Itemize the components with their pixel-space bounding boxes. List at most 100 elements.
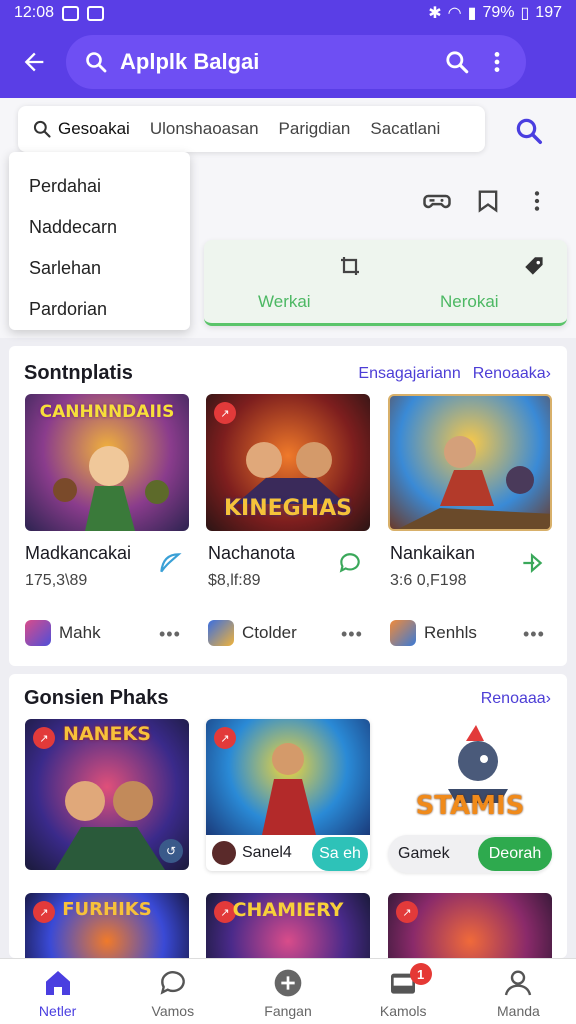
dev-name-3: Renhls (424, 623, 477, 642)
game-card-2[interactable]: ↗ Sanel4 Sa eh (206, 719, 370, 871)
notification-icon (62, 5, 80, 21)
nav-label-plus: Fangan (264, 1003, 312, 1019)
game-card-6[interactable]: ↗ (388, 893, 552, 958)
nav-plus[interactable]: Fangan (230, 959, 345, 1024)
search-bar[interactable]: Aplplk Balgai (66, 35, 526, 89)
filter-chip-1[interactable]: Gesoakai (58, 119, 130, 139)
nav-label-inbox: Kamols (379, 1003, 427, 1019)
game-avatar (212, 841, 236, 865)
dev-row-3: Renhls (390, 620, 477, 646)
status-time: 12:08 (14, 4, 55, 21)
section1-links: Ensagajariann Renoaaka› (358, 365, 551, 383)
tabs-card: Werkai Nerokai (204, 240, 567, 326)
dev-name-2: Ctolder (242, 623, 297, 642)
section2-links: Renoaaa› (481, 690, 551, 708)
nav-label-chat: Vamos (151, 1003, 195, 1019)
filter-chip-2[interactable]: Ulonshaoasan (150, 119, 259, 139)
plus-circle-icon (274, 969, 302, 997)
signal-icon: ▮ (467, 5, 477, 22)
notification-badge: 1 (409, 963, 432, 985)
more-icon-2[interactable]: ••• (341, 624, 363, 645)
app-card-image-1[interactable]: CANHNNDAIIS (25, 394, 189, 531)
filter-chip-4[interactable]: Sacatlani (370, 119, 440, 139)
nav-home[interactable]: Netler (0, 959, 115, 1024)
game-label-2: Sanel4 (242, 844, 292, 861)
section-recommended: Sontnplatis Ensagajariann Renoaaka› CANH… (9, 346, 567, 666)
game-card-3[interactable]: STAMIS Gamek Deorah (388, 719, 552, 873)
more-icon-3[interactable]: ••• (523, 624, 545, 645)
notification-icon-2 (87, 5, 105, 21)
more-icon-1[interactable]: ••• (159, 624, 181, 645)
app-card-image-3[interactable] (388, 394, 552, 531)
app-card-image-2[interactable]: ↗ KINEGHAS (206, 394, 370, 531)
game-art-title-3: STAMIS (415, 791, 525, 821)
home-icon (45, 971, 70, 995)
nav-inbox[interactable]: 1 Kamols (346, 959, 461, 1024)
app-meta-3: 3:6 0,F198 (390, 572, 467, 589)
badge-icon-6: ↗ (396, 901, 418, 923)
game-card-2-image: ↗ (206, 719, 370, 835)
search-right-icon[interactable] (514, 116, 544, 151)
section2-link[interactable]: Renoaaa› (481, 690, 551, 708)
app-art-title-2: KINEGHAS (223, 496, 352, 521)
section2-title: Gonsien Phaks (24, 687, 169, 709)
game-label-3: Gamek (398, 845, 450, 862)
crop-icon (341, 257, 359, 275)
game-card-5[interactable]: ↗ CHAMIERY (206, 893, 370, 958)
section1-link-1[interactable]: Ensagajariann (358, 365, 460, 383)
dev-logo-2 (208, 620, 234, 646)
status-bar: 12:08 ✱ ◠ ▮ 79% ▯ 197 (0, 0, 576, 26)
dropdown-item-2[interactable]: Naddecarn (9, 207, 190, 248)
game-card-1[interactable]: ↗ NANEKS ↺ (25, 719, 189, 870)
search-action-icon[interactable] (444, 49, 470, 75)
game-art-title-4: FURHIKS (62, 899, 152, 920)
gamepad-icon[interactable] (422, 186, 452, 216)
tab-werkai[interactable]: Werkai (258, 292, 311, 312)
status-number: 197 (535, 4, 562, 21)
more-vert-icon-2[interactable] (524, 188, 550, 214)
play-button-2[interactable]: Sa eh (312, 837, 368, 871)
app-name-2: Nachanota (208, 543, 296, 563)
game-card-3-bar: Gamek Deorah (388, 835, 552, 873)
app-name-1: Madkancakai (25, 543, 132, 563)
nav-label-home: Netler (38, 1003, 77, 1019)
dropdown-menu: Perdahai Naddecarn Sarlehan Pardorian (9, 152, 190, 330)
section-games: Gonsien Phaks Renoaaa› ↗ NANEKS ↺ ↗ Sane… (9, 674, 567, 958)
tag-icon (525, 257, 543, 275)
search-icon (86, 52, 107, 73)
share-icon[interactable]: ↺ (159, 839, 183, 863)
nav-label-profile: Manda (497, 1003, 540, 1019)
dropdown-item-1[interactable]: Perdahai (9, 166, 190, 207)
dev-row-1: Mahk (25, 620, 101, 646)
dropdown-item-3[interactable]: Sarlehan (9, 248, 190, 289)
app-name-3: Nankaikan (390, 543, 476, 563)
game-art-title-5: CHAMIERY (232, 899, 344, 921)
filter-chip-3[interactable]: Parigdian (279, 119, 351, 139)
app-meta-1: 175,3\89 (25, 572, 88, 589)
tab-nerokai[interactable]: Nerokai (440, 292, 499, 312)
nav-profile[interactable]: Manda (461, 959, 576, 1024)
game-card-4[interactable]: ↗ FURHIKS (25, 893, 189, 958)
arrow-right-icon[interactable] (519, 550, 545, 576)
filter-search-icon (33, 120, 51, 138)
wifi-icon: ◠ (447, 5, 462, 22)
dev-name-1: Mahk (59, 623, 101, 642)
chat-icon (160, 971, 185, 995)
search-query: Aplplk Balgai (120, 49, 260, 74)
feather-icon[interactable] (157, 550, 183, 576)
battery-icon: ▯ (520, 5, 530, 22)
section1-link-2[interactable]: Renoaaka› (473, 365, 551, 383)
dropdown-item-4[interactable]: Pardorian (9, 289, 190, 330)
battery-percent: 79% (482, 4, 515, 21)
more-vert-icon[interactable] (484, 49, 510, 75)
bookmark-icon[interactable] (474, 187, 502, 215)
back-arrow-icon[interactable] (14, 42, 54, 82)
nav-chat[interactable]: Vamos (115, 959, 230, 1024)
dev-row-2: Ctolder (208, 620, 297, 646)
app-bar: Aplplk Balgai (0, 26, 576, 98)
action-icons (422, 186, 550, 216)
chat-bubble-icon[interactable] (337, 550, 363, 576)
play-button-3[interactable]: Deorah (478, 837, 552, 871)
person-icon (505, 970, 532, 996)
bluetooth-icon: ✱ (428, 5, 442, 22)
